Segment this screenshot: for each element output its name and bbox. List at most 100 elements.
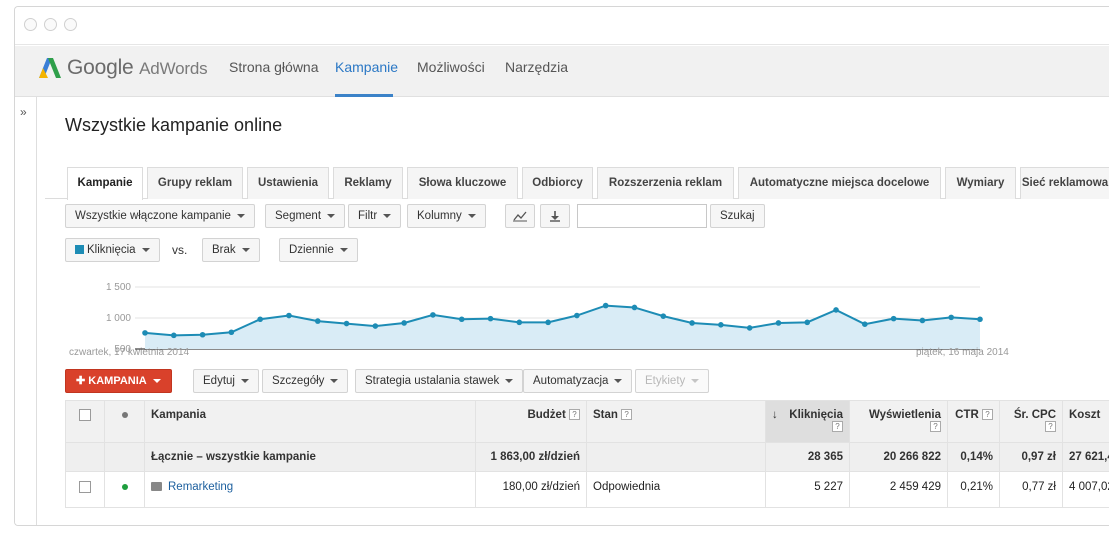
- metric-secondary-label: Brak: [212, 244, 236, 256]
- chevron-down-icon: [691, 378, 700, 383]
- chart-data-point: [718, 322, 724, 328]
- row-ctr: 0,21%: [947, 471, 1000, 508]
- table-row: Remarketing 180,00 zł/dzień Odpowiednia …: [65, 471, 1109, 508]
- nav-home[interactable]: Strona główna: [229, 46, 319, 97]
- chart-data-point: [257, 316, 263, 323]
- chart-data-point: [458, 316, 465, 323]
- details-dropdown[interactable]: Szczegóły: [262, 369, 349, 393]
- chart-data-point: [516, 319, 523, 326]
- chart-data-point: [372, 323, 379, 329]
- columns-dropdown[interactable]: Kolumny: [407, 204, 486, 228]
- metric-primary-label: Kliknięcia: [87, 244, 136, 256]
- tab-automatic-placements[interactable]: Automatyczne miejsca docelowe: [738, 167, 941, 199]
- scope-dropdown[interactable]: Wszystkie włączone kampanie: [65, 204, 255, 228]
- help-icon[interactable]: ?: [1045, 421, 1056, 432]
- header-status[interactable]: Stan ?: [586, 400, 766, 443]
- tab-ad-groups[interactable]: Grupy reklam: [147, 167, 243, 199]
- new-campaign-label: KAMPANIA: [88, 375, 147, 387]
- chart-data-point: [199, 331, 206, 338]
- tab-settings[interactable]: Ustawienia: [247, 167, 329, 199]
- chart-data-point: [545, 319, 551, 326]
- help-icon[interactable]: ?: [930, 421, 941, 432]
- chart-data-point: [343, 320, 350, 327]
- enabled-status-icon[interactable]: [121, 484, 128, 490]
- tab-audiences[interactable]: Odbiorcy: [522, 167, 593, 199]
- automation-dropdown[interactable]: Automatyzacja: [523, 369, 633, 393]
- chevron-down-icon: [152, 379, 161, 384]
- filter-dropdown[interactable]: Filtr: [348, 204, 402, 228]
- header-campaign[interactable]: Kampania: [144, 400, 476, 443]
- tab-dimensions[interactable]: Wymiary: [945, 167, 1016, 199]
- help-icon[interactable]: ?: [982, 409, 993, 420]
- campaign-link[interactable]: Remarketing: [168, 481, 233, 493]
- download-icon: [550, 211, 560, 222]
- row-status: Odpowiednia: [586, 471, 766, 508]
- chevron-down-icon: [614, 378, 623, 383]
- total-clicks: 28 365: [765, 442, 850, 472]
- interval-dropdown[interactable]: Dziennie: [279, 238, 358, 262]
- tab-keywords[interactable]: Słowa kluczowe: [407, 167, 518, 199]
- nav-campaigns[interactable]: Kampanie: [335, 46, 398, 97]
- header-cost[interactable]: Koszt: [1062, 400, 1109, 443]
- chevron-down-icon: [327, 213, 336, 218]
- help-icon[interactable]: ?: [569, 409, 580, 420]
- chart-data-point: [948, 314, 955, 321]
- window-maximize-dot[interactable]: [64, 18, 77, 31]
- row-checkbox-cell: [65, 471, 105, 508]
- header-select-all: [65, 400, 105, 443]
- metric-secondary-dropdown[interactable]: Brak: [202, 238, 260, 262]
- chevron-down-icon: [236, 213, 245, 218]
- header-avg-cpc[interactable]: Śr. CPC?: [999, 400, 1063, 443]
- header-impressions[interactable]: Wyświetlenia?: [849, 400, 948, 443]
- header-budget[interactable]: Budżet ?: [475, 400, 587, 443]
- header-impressions-label: Wyświetlenia: [868, 409, 941, 421]
- chart-y-tick-label: 1 000: [106, 313, 131, 324]
- header-clicks[interactable]: ↓ Kliknięcia?: [765, 400, 850, 443]
- row-clicks: 5 227: [765, 471, 850, 508]
- line-chart-icon: [513, 211, 527, 222]
- chart-data-point: [170, 332, 177, 339]
- chart-data-point: [228, 329, 235, 336]
- window-close-dot[interactable]: [24, 18, 37, 31]
- header-clicks-label: Kliknięcia: [789, 409, 843, 421]
- nav-opportunities[interactable]: Możliwości: [417, 46, 485, 97]
- expand-sidebar-icon[interactable]: »: [20, 105, 27, 119]
- tab-bar: Kampanie Grupy reklam Ustawienia Reklamy…: [45, 161, 1109, 200]
- download-button[interactable]: [540, 204, 570, 228]
- segment-dropdown[interactable]: Segment: [265, 204, 346, 228]
- tab-display-network[interactable]: Sieć reklamowa: [1020, 167, 1109, 199]
- clicks-chart: 1 5001 000500: [106, 282, 983, 355]
- row-checkbox[interactable]: [79, 481, 91, 493]
- bid-strategy-dropdown[interactable]: Strategia ustalania stawek: [355, 369, 524, 393]
- tab-ad-extensions[interactable]: Rozszerzenia reklam: [597, 167, 734, 199]
- nav-tools[interactable]: Narzędzia: [505, 46, 568, 97]
- total-impressions: 20 266 822: [849, 442, 948, 472]
- search-input[interactable]: [577, 204, 707, 228]
- new-campaign-button[interactable]: ✚ KAMPANIA: [65, 369, 172, 393]
- window-minimize-dot[interactable]: [44, 18, 57, 31]
- chart-y-tick-label: 1 500: [106, 282, 131, 293]
- chart-toggle-button[interactable]: [505, 204, 535, 228]
- tab-ads[interactable]: Reklamy: [333, 167, 403, 199]
- total-status: [586, 442, 766, 472]
- header-cpc-label: Śr. CPC: [1013, 409, 1056, 421]
- tab-campaigns[interactable]: Kampanie: [67, 167, 143, 200]
- help-icon[interactable]: ?: [832, 421, 843, 432]
- chart-data-point: [602, 302, 609, 309]
- chart-data-point: [862, 321, 868, 327]
- chevron-down-icon: [339, 247, 348, 252]
- help-icon[interactable]: ?: [621, 409, 633, 420]
- edit-dropdown[interactable]: Edytuj: [193, 369, 259, 393]
- row-budget[interactable]: 180,00 zł/dzień: [475, 471, 587, 508]
- edit-label: Edytuj: [203, 375, 235, 387]
- metric-primary-dropdown[interactable]: Kliknięcia: [65, 238, 160, 262]
- labels-dropdown[interactable]: Etykiety: [635, 369, 710, 393]
- chevron-down-icon: [383, 213, 392, 218]
- header-ctr[interactable]: CTR ?: [947, 400, 1000, 443]
- select-all-checkbox[interactable]: [79, 409, 91, 421]
- columns-label: Kolumny: [417, 210, 462, 222]
- search-button[interactable]: Szukaj: [710, 204, 765, 228]
- adwords-logo-icon: [39, 58, 61, 78]
- row-status-cell: [104, 471, 145, 508]
- chart-data-point: [430, 312, 436, 318]
